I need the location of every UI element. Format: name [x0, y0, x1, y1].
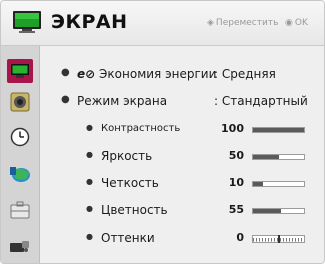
- energy-saving-row-label: e⊘ Экономия энергии: [77, 67, 216, 81]
- bullet: ●: [61, 94, 70, 105]
- lock-icon: [10, 201, 30, 218]
- bullet: ●: [86, 204, 93, 213]
- contrast-slider[interactable]: [252, 127, 305, 133]
- sharpness-slider[interactable]: [252, 181, 305, 187]
- tint-label: Оттенки: [101, 231, 155, 245]
- navigate-icon: ◈: [207, 18, 214, 28]
- bullet: ●: [86, 123, 93, 132]
- contrast-label: Контрастность: [101, 123, 181, 134]
- color-fill: [253, 209, 282, 213]
- speaker-icon: [10, 92, 30, 111]
- brightness-slider[interactable]: [252, 154, 305, 160]
- eco-icon: e⊘: [77, 67, 96, 81]
- setting-energy-saving[interactable]: ● e⊘ Экономия энергии : Средняя: [40, 63, 324, 87]
- sharpness-fill: [253, 182, 264, 186]
- sidebar-item-lock[interactable]: [1, 194, 39, 225]
- brightness-fill: [253, 155, 279, 159]
- sharpness-value: 10: [228, 176, 244, 189]
- picture-mode-value-text: Стандартный: [221, 94, 308, 108]
- network-icon: [10, 166, 30, 182]
- color-label: Цветность: [101, 203, 168, 217]
- setting-tint[interactable]: ● Оттенки 0: [40, 227, 324, 251]
- category-sidebar: [1, 46, 40, 263]
- tint-slider[interactable]: [252, 235, 305, 243]
- clock-icon: [10, 127, 30, 146]
- picture-mode-value: : Стандартный: [214, 94, 308, 108]
- setting-color[interactable]: ● Цветность 55: [40, 199, 324, 223]
- color-slider[interactable]: [252, 208, 305, 214]
- setting-picture-mode[interactable]: ● Режим экрана : Стандартный: [40, 90, 324, 114]
- brightness-value: 50: [228, 149, 244, 162]
- setting-brightness[interactable]: ● Яркость 50: [40, 145, 324, 169]
- picture-mode-label: Режим экрана: [77, 94, 168, 108]
- energy-saving-value: : Средняя: [214, 67, 276, 81]
- bullet: ●: [61, 67, 70, 78]
- setting-contrast[interactable]: ● Контрастность 100: [40, 118, 324, 142]
- color-value: 55: [228, 203, 244, 216]
- move-hint: ◈ Переместить: [207, 18, 278, 28]
- tv-icon: [13, 11, 41, 33]
- ok-hint: ◉ OK: [285, 18, 308, 28]
- picture-menu-window: ЭКРАН ◈ Переместить ◉ OK ● e⊘ Экономия э…: [0, 0, 325, 264]
- sidebar-item-network[interactable]: [1, 158, 39, 189]
- bullet: ●: [86, 150, 93, 159]
- move-hint-label: Переместить: [215, 18, 279, 28]
- tint-center-marker: [278, 235, 280, 243]
- sharpness-label: Четкость: [101, 176, 159, 190]
- picture-icon: [11, 64, 29, 78]
- energy-saving-label: Экономия энергии: [99, 67, 217, 81]
- ok-button-icon: ◉: [285, 18, 293, 28]
- bullet: ●: [86, 232, 93, 241]
- ok-hint-label: OK: [294, 18, 308, 28]
- sidebar-item-time[interactable]: [1, 121, 39, 152]
- input-icon: [10, 240, 29, 252]
- sidebar-item-picture[interactable]: [7, 59, 33, 83]
- energy-saving-value-text: Средняя: [221, 67, 276, 81]
- tint-value: 0: [236, 231, 244, 244]
- contrast-value: 100: [221, 122, 244, 135]
- contrast-fill: [253, 128, 304, 132]
- setting-sharpness[interactable]: ● Четкость 10: [40, 172, 324, 196]
- sidebar-item-audio[interactable]: [1, 86, 39, 117]
- settings-list: ● e⊘ Экономия энергии : Средняя ● Режим …: [40, 46, 324, 263]
- page-title: ЭКРАН: [51, 11, 128, 33]
- sidebar-item-input[interactable]: [1, 230, 39, 261]
- brightness-label: Яркость: [101, 149, 153, 163]
- menu-header: ЭКРАН ◈ Переместить ◉ OK: [1, 1, 324, 46]
- bullet: ●: [86, 177, 93, 186]
